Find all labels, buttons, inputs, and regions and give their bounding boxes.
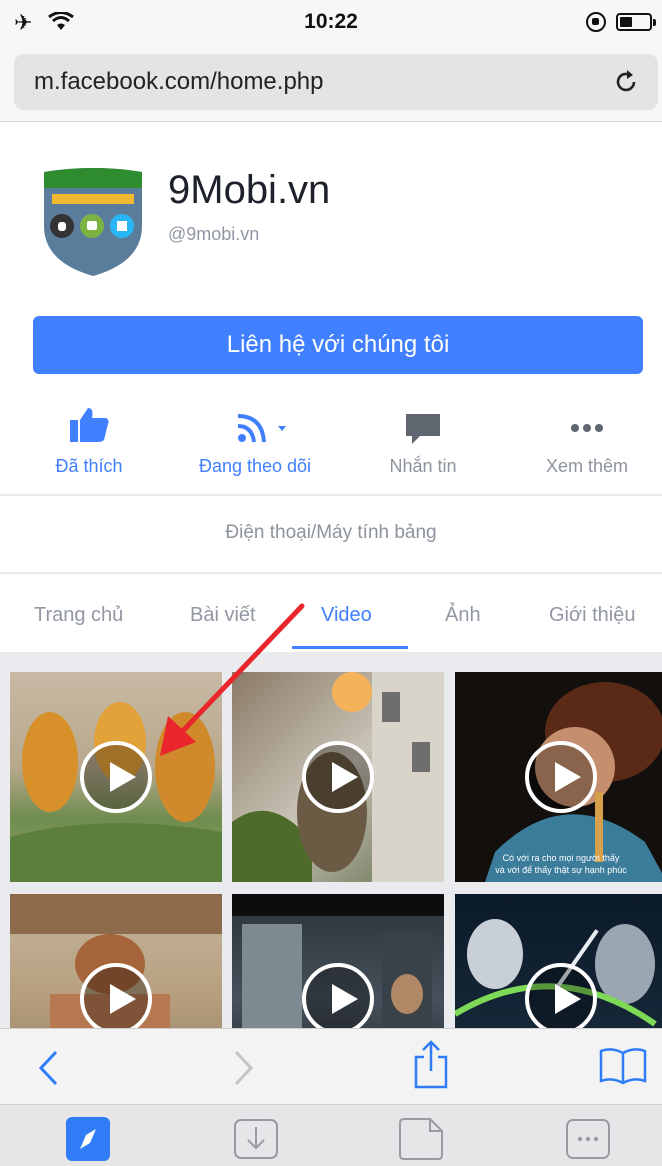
compass-icon[interactable] [66,1117,110,1161]
share-icon[interactable] [412,1039,450,1091]
download-icon[interactable] [234,1119,278,1159]
bottom-tab-bar [0,1104,662,1166]
bookmarks-icon[interactable] [598,1045,648,1087]
back-icon[interactable] [36,1049,62,1087]
more-options-icon[interactable] [566,1119,610,1159]
annotation-arrow [160,603,305,756]
page-icon[interactable] [398,1117,444,1161]
browser-toolbar [0,1028,662,1104]
forward-icon[interactable] [230,1049,256,1087]
